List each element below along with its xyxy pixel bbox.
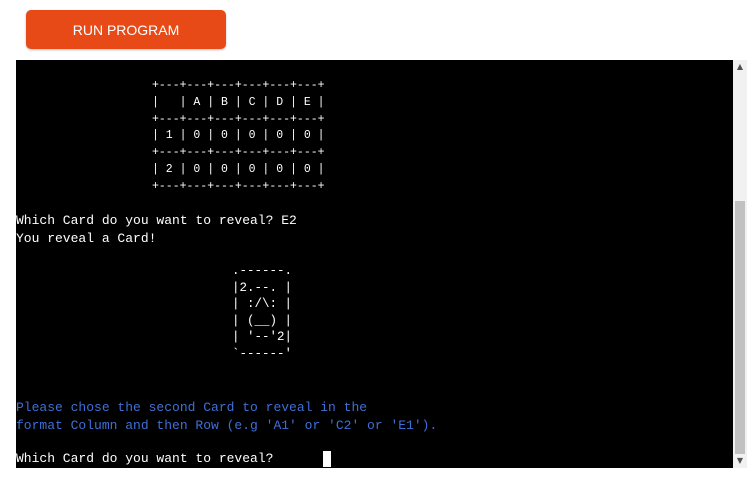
- board-grid: +---+---+---+---+---+---+ | | A | B | C …: [152, 79, 325, 193]
- terminal-scrollbar[interactable]: ▲ ▼: [733, 60, 747, 468]
- terminal-cursor[interactable]: [323, 451, 331, 467]
- reveal-prompt-answered: Which Card do you want to reveal? E2: [16, 213, 297, 228]
- reveal-prompt-current: Which Card do you want to reveal?: [16, 451, 282, 466]
- instruction-line-2: format Column and then Row (e.g 'A1' or …: [16, 418, 438, 433]
- run-program-button[interactable]: RUN PROGRAM: [26, 10, 226, 49]
- revealed-card-ascii: .------. |2.--. | | :/\: | | (__) | | '-…: [232, 264, 293, 361]
- scroll-up-arrow-icon[interactable]: ▲: [733, 60, 747, 74]
- reveal-message: You reveal a Card!: [16, 231, 157, 246]
- scrollbar-thumb[interactable]: [735, 201, 745, 454]
- instruction-line-1: Please chose the second Card to reveal i…: [16, 400, 368, 415]
- terminal[interactable]: +---+---+---+---+---+---+ | | A | B | C …: [16, 60, 733, 468]
- scroll-down-arrow-icon[interactable]: ▼: [733, 454, 747, 468]
